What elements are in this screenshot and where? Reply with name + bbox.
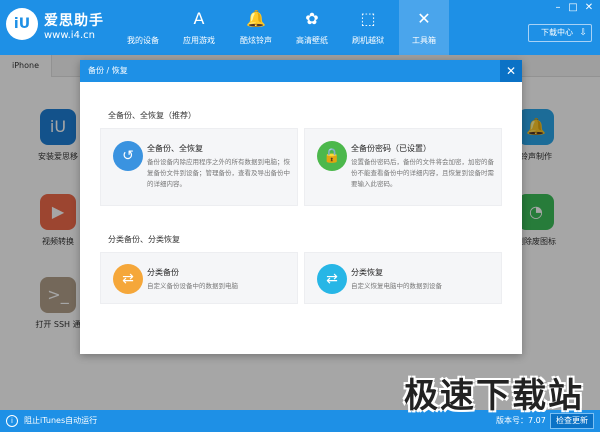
section-full-backup-title: 全备份、全恢复（推荐）	[108, 111, 196, 120]
card-full-backup[interactable]: ↺ 全备份、全恢复 备份设备内除应用程序之外的所有数据到电脑；恢复备份文件到设备…	[100, 128, 298, 206]
maximize-button[interactable]: □	[567, 2, 579, 13]
nav-wallpapers[interactable]: ✿ 高清壁纸	[287, 0, 337, 55]
nav-label: 刷机越狱	[352, 36, 384, 45]
download-icon: ⇩	[579, 28, 587, 38]
nav-label: 酷炫铃声	[240, 36, 272, 45]
watermark: 极速下载站	[404, 376, 584, 416]
info-icon: i	[6, 415, 18, 427]
download-center-button[interactable]: 下载中心 ⇩	[528, 24, 592, 42]
card-description: 设置备份密码后，备份的文件将会加密，加密的备份不能查看备份中的详细内容，且恢复到…	[351, 158, 494, 188]
app-name: 爱思助手	[44, 13, 104, 29]
nav-label: 高清壁纸	[296, 36, 328, 45]
tools-icon: ✕	[417, 9, 431, 28]
top-bar: iU 爱思助手 www.i4.cn 我的设备 A 应用游戏 🔔 酷炫铃声 ✿ 高…	[0, 0, 600, 55]
nav-ringtones[interactable]: 🔔 酷炫铃声	[231, 0, 281, 55]
nav-flash-jailbreak[interactable]: ⬚ 刷机越狱	[343, 0, 393, 55]
card-description: 备份设备内除应用程序之外的所有数据到电脑；恢复备份文件到设备；管理备份，查看及导…	[147, 158, 290, 188]
card-title: 全备份、全恢复	[147, 144, 203, 153]
bell-icon: 🔔	[246, 9, 266, 28]
backup-icon: ⇄	[113, 264, 143, 294]
nav-toolbox[interactable]: ✕ 工具箱	[399, 0, 449, 55]
box-icon: ⬚	[360, 9, 376, 28]
block-itunes-link[interactable]: 阻止iTunes自动运行	[24, 410, 97, 432]
app-logo-icon: iU	[6, 8, 38, 40]
card-title: 分类恢复	[351, 268, 383, 277]
nav-label: 我的设备	[127, 36, 159, 45]
apple-icon	[133, 9, 153, 29]
card-description: 自定义备份设备中的数据到电脑	[147, 282, 238, 290]
nav-my-device[interactable]: 我的设备	[118, 0, 168, 55]
section-category-backup-title: 分类备份、分类恢复	[108, 235, 180, 244]
app-url: www.i4.cn	[44, 30, 95, 41]
restore-icon: ↺	[113, 141, 143, 171]
flower-icon: ✿	[305, 9, 319, 28]
close-button[interactable]: ✕	[583, 2, 595, 13]
nav-label: 应用游戏	[183, 36, 215, 45]
backup-restore-dialog: 备份 / 恢复 ✕ 全备份、全恢复（推荐） ↺ 全备份、全恢复 备份设备内除应用…	[80, 60, 522, 354]
restore-icon: ⇄	[317, 264, 347, 294]
card-description: 自定义恢复电脑中的数据到设备	[351, 282, 442, 290]
card-category-restore[interactable]: ⇄ 分类恢复 自定义恢复电脑中的数据到设备	[304, 252, 502, 304]
card-backup-password[interactable]: 🔒 全备份密码（已设置） 设置备份密码后，备份的文件将会加密，加密的备份不能查看…	[304, 128, 502, 206]
card-title: 分类备份	[147, 268, 179, 277]
dialog-title: 备份 / 恢复	[88, 66, 128, 75]
download-center-label: 下载中心	[541, 28, 573, 37]
app-store-icon: A	[193, 9, 205, 28]
card-title: 全备份密码（已设置）	[351, 144, 431, 153]
dialog-close-icon[interactable]: ✕	[500, 60, 522, 82]
dialog-header: 备份 / 恢复 ✕	[80, 60, 522, 82]
nav-apps-games[interactable]: A 应用游戏	[174, 0, 224, 55]
nav-label: 工具箱	[412, 36, 436, 45]
app-window: iU 爱思助手 www.i4.cn 我的设备 A 应用游戏 🔔 酷炫铃声 ✿ 高…	[0, 0, 600, 432]
card-category-backup[interactable]: ⇄ 分类备份 自定义备份设备中的数据到电脑	[100, 252, 298, 304]
lock-icon: 🔒	[317, 141, 347, 171]
minimize-button[interactable]: –	[552, 2, 564, 13]
